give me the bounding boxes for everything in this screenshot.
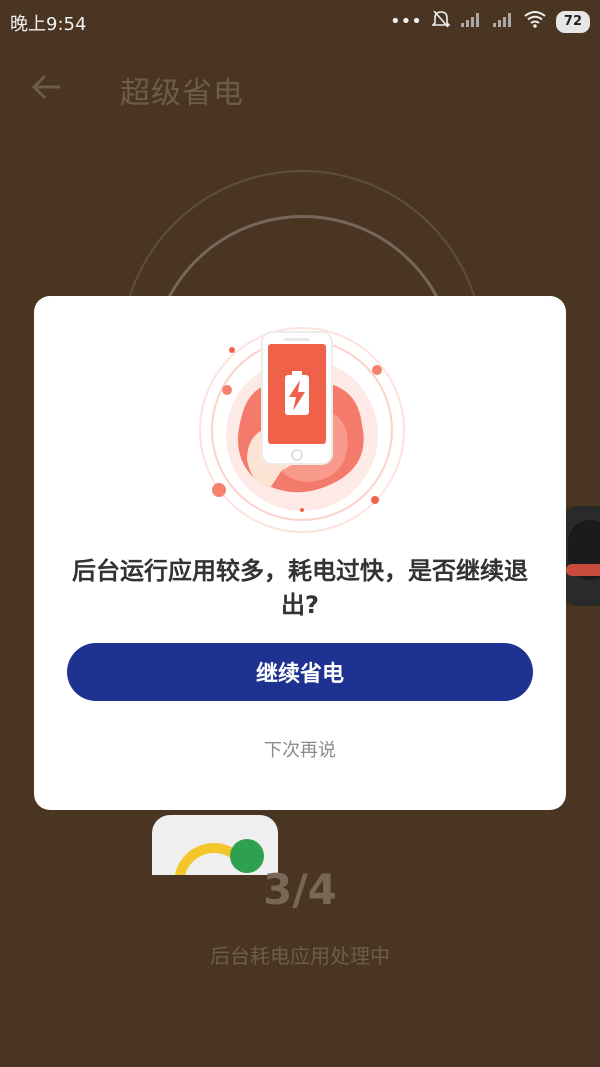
status-bar: 晚上9:54 ••• 72 — [0, 0, 600, 42]
qq-app-icon — [562, 506, 600, 606]
mute-bell-icon — [430, 9, 451, 34]
wifi-icon — [524, 10, 546, 33]
signal-icon-2 — [492, 12, 514, 32]
status-icons: ••• 72 — [390, 9, 590, 34]
status-time: 晚上9:54 — [10, 14, 87, 35]
progress-count: 3/4 — [263, 865, 337, 914]
phone-battery-illustration — [199, 327, 405, 533]
page-title: 超级省电 — [120, 76, 244, 111]
more-dots-icon: ••• — [390, 11, 422, 32]
progress-status: 后台耗电应用处理中 — [210, 944, 390, 968]
maybe-later-link[interactable]: 下次再说 — [34, 736, 566, 762]
power-save-dialog: 后台运行应用较多，耗电过快，是否继续退出? 继续省电 下次再说 — [34, 296, 566, 810]
signal-icon-1 — [460, 12, 482, 32]
continue-saving-button[interactable]: 继续省电 — [67, 643, 533, 701]
back-arrow-icon[interactable] — [30, 70, 64, 104]
battery-indicator: 72 — [555, 10, 590, 33]
dialog-message: 后台运行应用较多，耗电过快，是否继续退出? — [72, 557, 528, 619]
app-header: 超级省电 — [0, 56, 600, 120]
